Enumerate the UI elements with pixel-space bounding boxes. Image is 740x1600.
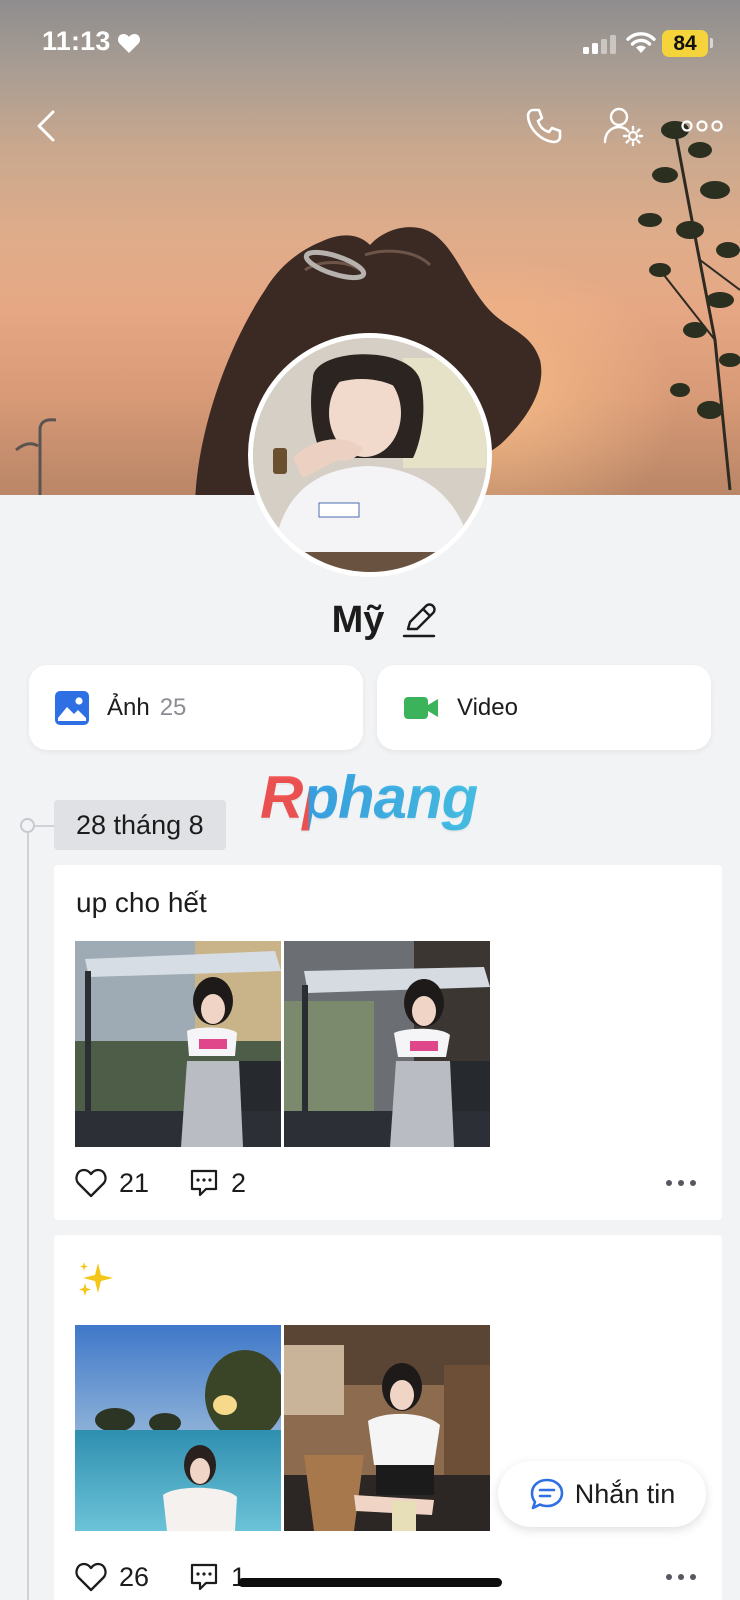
more-horizontal-icon	[666, 1574, 696, 1580]
more-options-button[interactable]	[676, 100, 728, 152]
photos-count: 25	[159, 693, 187, 721]
post-actions: 26 1	[75, 1557, 705, 1597]
like-button[interactable]: 21	[75, 1168, 149, 1199]
status-bar: 11:13 84	[0, 0, 740, 88]
photo-cafe	[284, 1325, 490, 1531]
chat-bubble-icon	[530, 1478, 564, 1510]
timeline-line	[27, 826, 29, 1600]
more-horizontal-icon	[666, 1180, 696, 1186]
status-time: 11:13	[42, 26, 111, 56]
image-icon	[55, 690, 89, 725]
sparkles-icon	[79, 1262, 113, 1296]
comment-count: 2	[231, 1167, 247, 1198]
street-lamp	[15, 418, 57, 495]
cellular-signal-icon	[583, 35, 616, 54]
like-button[interactable]: 26	[75, 1562, 149, 1593]
post-photo[interactable]	[284, 1325, 490, 1531]
timeline-dot	[20, 818, 35, 833]
pencil-icon[interactable]	[402, 602, 437, 638]
photo-pool	[75, 1325, 281, 1531]
date-badge: 28 tháng 8	[54, 800, 226, 850]
post-photo[interactable]	[75, 1325, 281, 1531]
profile-settings-button[interactable]	[597, 100, 649, 152]
photos-label: Ảnh	[107, 693, 150, 721]
phone-icon	[526, 108, 562, 144]
timeline-connector	[34, 825, 54, 827]
profile-name: Mỹ	[331, 598, 385, 641]
battery-tip	[710, 38, 713, 48]
send-message-label: Nhắn tin	[574, 1478, 676, 1509]
post-photo-grid	[75, 1325, 490, 1531]
call-button[interactable]	[518, 100, 570, 152]
battery-indicator: 84	[662, 30, 708, 57]
video-tab[interactable]: Video	[377, 665, 711, 750]
heart-icon	[75, 1168, 107, 1198]
profile-avatar[interactable]	[248, 333, 492, 577]
more-horizontal-icon	[681, 120, 723, 132]
back-button[interactable]	[20, 100, 72, 152]
watermark-logo: Rphang	[260, 764, 478, 831]
profile-name-row: Mỹ	[0, 592, 740, 648]
user-settings-icon	[603, 107, 644, 147]
comment-icon	[190, 1169, 218, 1197]
photo-golf-cart-2	[284, 941, 490, 1147]
like-count: 21	[119, 1167, 150, 1198]
post-photo-grid	[75, 941, 490, 1147]
comment-button[interactable]: 2	[189, 1168, 246, 1199]
home-indicator[interactable]	[238, 1578, 502, 1587]
post-actions: 21 2	[75, 1163, 705, 1203]
video-label: Video	[457, 693, 518, 721]
photo-golf-cart-1	[75, 941, 281, 1147]
heart-icon	[75, 1562, 107, 1592]
like-count: 26	[119, 1561, 150, 1592]
chevron-left-icon	[37, 110, 55, 142]
avatar-portrait	[253, 338, 487, 572]
send-message-button[interactable]: Nhắn tin	[498, 1461, 706, 1527]
post-more-button[interactable]	[665, 1174, 697, 1192]
heart-status-icon	[117, 34, 141, 53]
photos-tab[interactable]: Ảnh 25	[29, 665, 363, 750]
comment-count: 1	[231, 1561, 247, 1592]
post-photo[interactable]	[284, 941, 490, 1147]
wifi-icon	[626, 32, 656, 53]
comment-icon	[190, 1563, 218, 1591]
comment-button[interactable]: 1	[189, 1562, 246, 1593]
timeline-post[interactable]: up cho hết 21 2	[54, 865, 722, 1220]
post-more-button[interactable]	[665, 1568, 697, 1586]
video-camera-icon	[404, 696, 438, 719]
timeline-post[interactable]: 26 1	[54, 1235, 722, 1600]
post-photo[interactable]	[75, 941, 281, 1147]
post-caption: up cho hết	[76, 887, 207, 918]
